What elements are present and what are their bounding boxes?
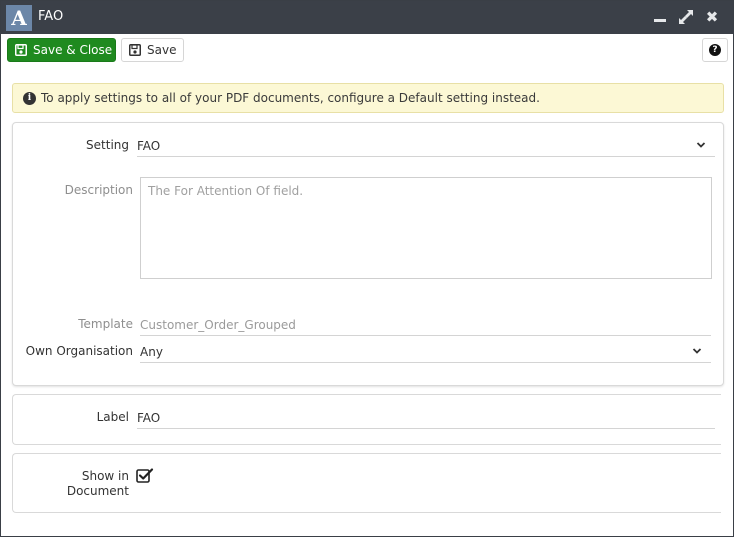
save-and-close-label: Save & Close: [33, 43, 113, 57]
label-panel: Label FAO: [12, 394, 721, 445]
save-and-close-button[interactable]: Save & Close: [7, 38, 116, 62]
description-label: Description: [64, 183, 133, 197]
alert-text: To apply settings to all of your PDF doc…: [41, 91, 540, 105]
maximize-icon[interactable]: [678, 9, 694, 25]
question-icon: ?: [709, 44, 721, 56]
toolbar: Save & Close Save ?: [1, 34, 733, 70]
setting-label: Setting: [86, 138, 129, 152]
dialog-window: A FAO ✖ Save & Close Save ? i To apply s…: [0, 0, 734, 537]
show-in-document-checkbox[interactable]: [136, 467, 154, 485]
own-organisation-select-value[interactable]: Any: [140, 345, 163, 359]
save-icon: [15, 44, 27, 56]
label-field-label: Label: [96, 410, 129, 424]
window-title: FAO: [38, 9, 64, 24]
save-label: Save: [147, 43, 177, 57]
own-organisation-underline: [140, 362, 711, 363]
expand-arrows-icon: [679, 10, 693, 24]
info-alert: i To apply settings to all of your PDF d…: [12, 83, 724, 113]
template-value: Customer_Order_Grouped: [140, 318, 296, 332]
own-organisation-label: Own Organisation: [25, 344, 133, 358]
close-icon[interactable]: ✖: [704, 9, 720, 25]
label-field-underline: [137, 428, 715, 429]
setting-select-value[interactable]: FAO: [137, 139, 160, 153]
minimize-icon[interactable]: [652, 9, 668, 25]
show-in-document-panel: Show in Document: [12, 453, 721, 513]
template-underline: [140, 335, 711, 336]
settings-panel: Setting FAO Description The For Attentio…: [12, 122, 724, 386]
label-field-value[interactable]: FAO: [137, 411, 160, 425]
show-in-document-label: Show in Document: [27, 469, 129, 499]
chevron-down-icon[interactable]: [696, 140, 706, 150]
save-icon: [129, 44, 141, 56]
help-button[interactable]: ?: [702, 38, 728, 62]
chevron-down-icon[interactable]: [692, 346, 702, 356]
title-bar[interactable]: A FAO ✖: [1, 1, 733, 34]
app-logo: A: [6, 5, 32, 31]
info-icon: i: [23, 92, 36, 105]
setting-underline: [137, 156, 715, 157]
template-label: Template: [78, 317, 133, 331]
save-button[interactable]: Save: [121, 38, 184, 62]
show-in-document-label-line2: Document: [66, 484, 129, 498]
show-in-document-label-line1: Show in: [81, 469, 129, 483]
description-textarea[interactable]: The For Attention Of field.: [140, 177, 712, 279]
